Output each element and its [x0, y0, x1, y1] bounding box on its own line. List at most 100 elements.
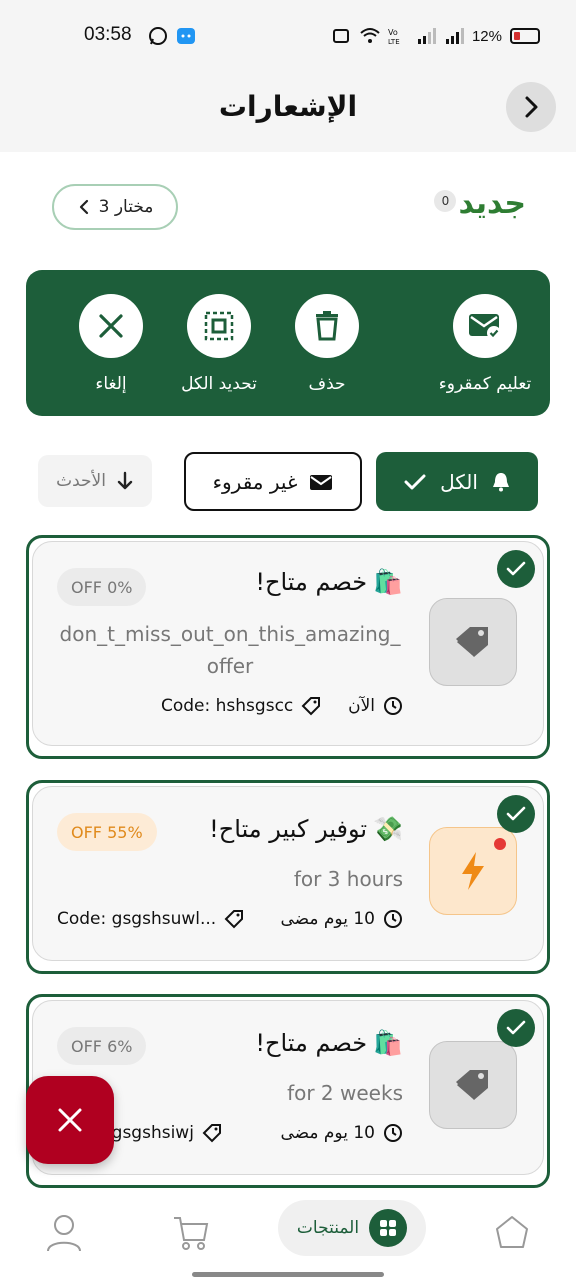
- notification-time: الآن: [348, 696, 403, 716]
- tag-outline-icon: [224, 910, 244, 929]
- nav-home[interactable]: [494, 1214, 530, 1254]
- arrow-down-icon: [117, 471, 133, 490]
- selected-count-label: 3 مختار: [98, 197, 154, 217]
- whatsapp-icon: [149, 27, 167, 45]
- title-text: توفير كبير متاح!: [209, 815, 368, 843]
- title-text: خصم متاح!: [255, 1029, 368, 1057]
- delete-button[interactable]: [295, 294, 359, 358]
- cart-icon: [174, 1217, 209, 1250]
- chevron-left-icon: [79, 199, 88, 215]
- bulk-action-panel: تعليم كمقروء حذف تحديد الكل إلغاء: [26, 270, 550, 416]
- code-text: Code: gsgshsuwl...: [57, 909, 217, 929]
- discount-badge: OFF 6%: [57, 1027, 147, 1065]
- grid-icon: [380, 1220, 397, 1236]
- select-all-icon: [204, 311, 234, 341]
- battery-percent: 12%: [471, 27, 502, 45]
- close-icon: [99, 314, 123, 338]
- notification-card[interactable]: 💸 توفير كبير متاح! for 3 hours OFF 55% 1…: [26, 780, 550, 974]
- clock-icon: [384, 1124, 402, 1142]
- select-all-label: تحديد الكل: [181, 374, 257, 394]
- bell-icon: [492, 472, 509, 491]
- unread-dot: [494, 838, 506, 850]
- close-icon: [58, 1108, 82, 1132]
- home-indicator: [192, 1272, 384, 1277]
- title-emoji: 💸: [373, 815, 403, 843]
- filter-unread-label: غير مقروء: [212, 469, 298, 494]
- discount-badge: OFF 0%: [57, 568, 147, 606]
- title-emoji: 🛍️: [373, 1029, 403, 1057]
- filter-all-button[interactable]: الكل: [376, 452, 538, 511]
- notification-code: Code: gsgshsuwl...: [57, 909, 244, 929]
- tag-outline-icon: [301, 697, 321, 716]
- sort-button[interactable]: الأحدث: [38, 455, 152, 507]
- nav-products[interactable]: المنتجات: [278, 1200, 426, 1256]
- check-icon: [506, 561, 526, 576]
- filter-all-label: الكل: [440, 469, 478, 494]
- mark-read-label: تعليم كمقروء: [438, 374, 532, 394]
- check-icon: [506, 1020, 526, 1035]
- trash-icon: [316, 311, 338, 341]
- notification-body: for 3 hours: [293, 867, 403, 891]
- page-title: الإشعارات: [218, 90, 358, 123]
- close-selection-fab[interactable]: [26, 1076, 114, 1164]
- notification-type-icon: [429, 827, 517, 915]
- time-text: 10 يوم مضى: [280, 909, 375, 929]
- signal-icon: [417, 28, 436, 44]
- bottom-nav: المنتجات: [0, 1190, 576, 1280]
- app-header: الإشعارات: [0, 72, 576, 152]
- mark-read-action[interactable]: تعليم كمقروء: [420, 294, 550, 394]
- nav-profile[interactable]: [46, 1214, 82, 1256]
- filter-unread-button[interactable]: غير مقروء: [184, 452, 362, 511]
- notification-time: 10 يوم مضى: [280, 1123, 403, 1143]
- selected-count-button[interactable]: 3 مختار: [52, 184, 178, 230]
- cancel-button[interactable]: [79, 294, 143, 358]
- cancel-action[interactable]: إلغاء: [46, 294, 176, 394]
- sort-label: الأحدث: [56, 471, 106, 491]
- app-notification-icon: [177, 28, 195, 44]
- select-all-button[interactable]: [187, 294, 251, 358]
- clock-icon: [384, 697, 402, 715]
- mark-read-button[interactable]: [453, 294, 517, 358]
- home-icon: [496, 1216, 528, 1248]
- tag-icon: [456, 627, 488, 657]
- mail-check-icon: [469, 314, 501, 340]
- signal-icon-2: [445, 28, 464, 44]
- notification-code: Code: hshsgscc: [161, 696, 321, 716]
- time-text: 10 يوم مضى: [280, 1123, 375, 1143]
- delete-label: حذف: [308, 374, 346, 394]
- time-text: الآن: [348, 696, 375, 716]
- check-icon: [506, 806, 526, 821]
- user-icon: [47, 1215, 81, 1252]
- selected-check-badge[interactable]: [497, 795, 535, 833]
- notification-type-icon: [429, 598, 517, 686]
- cancel-label: إلغاء: [95, 374, 127, 394]
- battery-icon: [510, 28, 540, 44]
- notification-type-icon: [429, 1041, 517, 1129]
- notification-time: 10 يوم مضى: [280, 909, 403, 929]
- sim-icon: [332, 29, 349, 43]
- notification-title: 🛍️ خصم متاح!: [255, 568, 403, 596]
- wifi-icon: [360, 28, 380, 43]
- new-count-badge: 0: [434, 190, 457, 212]
- new-label: جديد: [458, 186, 526, 221]
- selected-check-badge[interactable]: [497, 1009, 535, 1047]
- svg-text:Vo: Vo: [388, 28, 398, 37]
- svg-text:LTE: LTE: [388, 38, 400, 46]
- volte-icon: VoLTE: [388, 28, 400, 46]
- grid-icon-badge: [369, 1209, 408, 1247]
- new-section-header: جديد 0: [434, 186, 526, 221]
- selected-check-badge[interactable]: [497, 550, 535, 588]
- notification-body: don_t_miss_out_on_this_amazing_offer: [59, 622, 401, 678]
- back-button[interactable]: [506, 82, 556, 132]
- title-text: خصم متاح!: [255, 568, 368, 596]
- tag-icon: [456, 1070, 488, 1100]
- lightning-icon: [462, 852, 484, 890]
- mail-icon: [310, 474, 333, 490]
- chevron-right-icon: [525, 96, 538, 118]
- nav-products-label: المنتجات: [296, 1218, 360, 1238]
- code-text: Code: hshsgscc: [161, 696, 294, 716]
- title-emoji: 🛍️: [373, 568, 403, 596]
- nav-cart[interactable]: [172, 1214, 210, 1256]
- clock-icon: [384, 910, 402, 928]
- notification-card[interactable]: 🛍️ خصم متاح! don_t_miss_out_on_this_amaz…: [26, 535, 550, 759]
